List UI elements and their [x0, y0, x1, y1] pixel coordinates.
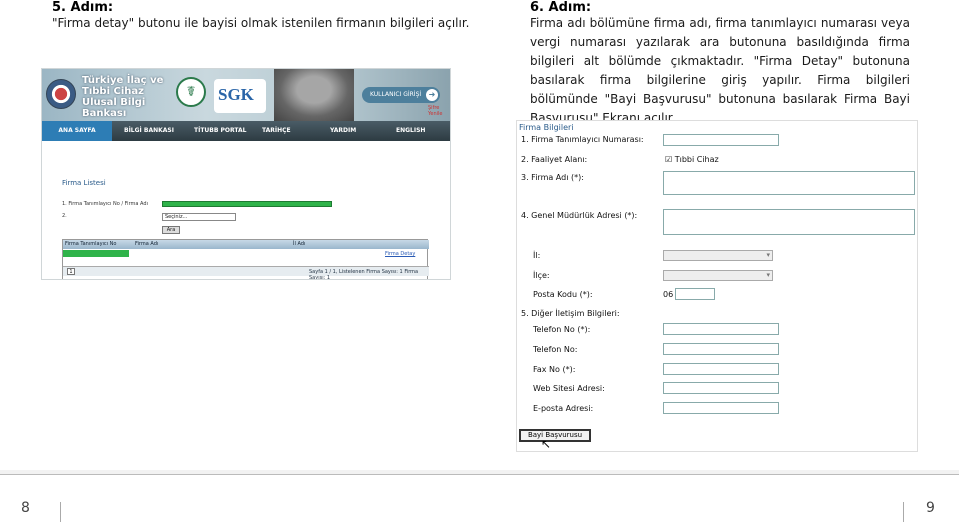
- portrait-image: [274, 69, 354, 121]
- section-title: Firma Bilgileri: [519, 123, 574, 132]
- site-banner: Türkiye İlaç ve Tıbbi Cihaz Ulusal Bilgi…: [42, 69, 450, 121]
- ilce-select[interactable]: [663, 270, 773, 281]
- nav-item-bilgi-bankasi[interactable]: BİLGİ BANKASI: [124, 121, 174, 141]
- step6-heading: 6. Adım:: [530, 0, 592, 15]
- sgk-logo-text: SGK: [218, 85, 254, 104]
- bayi-basvurusu-button[interactable]: Bayi Başvurusu: [519, 429, 591, 442]
- faaliyet-checkbox: ☑ Tıbbi Cihaz: [665, 155, 719, 164]
- label-tanimlayici: 1. Firma Tanımlayıcı Numarası:: [521, 135, 644, 144]
- row2-label: 2.: [62, 213, 67, 219]
- label-telefon2: Telefon No:: [533, 345, 578, 354]
- login-button[interactable]: KULLANICI GİRİŞİ ➜: [362, 87, 440, 103]
- page-tick-left: [60, 502, 61, 522]
- page-number-right: 9: [926, 500, 935, 516]
- nav-item-english[interactable]: ENGLISH: [396, 121, 425, 141]
- telefon-field[interactable]: [663, 323, 779, 335]
- label-faaliyet: 2. Faaliyet Alanı:: [521, 155, 588, 164]
- posta-kodu-field[interactable]: [675, 288, 715, 300]
- column-header: Firma Adı: [135, 241, 159, 247]
- adres-field[interactable]: [663, 209, 915, 235]
- label-il: İl:: [533, 251, 541, 260]
- screenshot-firma-bilgileri: Firma Bilgileri 1. Firma Tanımlayıcı Num…: [516, 120, 918, 452]
- table-row-highlight: [63, 250, 129, 257]
- sgk-logo: SGK: [214, 79, 266, 113]
- ministry-logo-icon: [46, 79, 76, 109]
- label-eposta: E-posta Adresi:: [533, 404, 594, 413]
- forgot-password-link[interactable]: Şifre Yenile: [428, 105, 450, 117]
- nav-item-yardim[interactable]: YARDIM: [330, 121, 356, 141]
- label-posta: Posta Kodu (*):: [533, 290, 593, 299]
- tanimlayici-field: [663, 134, 779, 146]
- nav-item-tarihce[interactable]: TARİHÇE: [262, 121, 291, 141]
- list-title: Firma Listesi: [62, 179, 106, 187]
- login-label: KULLANICI GİRİŞİ: [370, 91, 422, 98]
- step5-text: "Firma detay" butonu ile bayisi olmak is…: [52, 16, 470, 30]
- label-diger: 5. Diğer İletişim Bilgileri:: [521, 309, 620, 318]
- column-header: İl Adı: [293, 241, 306, 247]
- page-number-input[interactable]: 1: [67, 268, 75, 275]
- firma-detay-link[interactable]: Firma Detay: [385, 251, 415, 257]
- footer-divider: [0, 474, 959, 475]
- il-select[interactable]: Seçiniz...: [162, 213, 236, 221]
- table-header: Firma Tanımlayıcı No Firma Adı İl Adı: [63, 240, 429, 249]
- step5-heading: 5. Adım:: [52, 0, 114, 15]
- label-firma-adi: 3. Firma Adı (*):: [521, 173, 584, 182]
- label-web: Web Sitesi Adresi:: [533, 384, 605, 393]
- column-header: Firma Tanımlayıcı No: [65, 241, 117, 247]
- caduceus-logo-icon: ☤: [176, 77, 206, 107]
- page-tick-right: [903, 502, 904, 522]
- label-ilce: İlçe:: [533, 271, 550, 280]
- faaliyet-value: Tıbbi Cihaz: [674, 155, 719, 164]
- fax-field[interactable]: [663, 363, 779, 375]
- label-adres: 4. Genel Müdürlük Adresi (*):: [521, 211, 638, 220]
- table-pagination: 1 Sayfa 1 / 1, Listelenen Firma Sayısı: …: [63, 266, 429, 279]
- step6-text: Firma adı bölümüne firma adı, firma tanı…: [530, 16, 910, 125]
- firma-search-input[interactable]: [162, 201, 332, 207]
- screenshot-firma-listesi: Türkiye İlaç ve Tıbbi Cihaz Ulusal Bilgi…: [41, 68, 451, 280]
- results-table: Firma Tanımlayıcı No Firma Adı İl Adı Fi…: [62, 239, 429, 279]
- pagination-text: Sayfa 1 / 1, Listelenen Firma Sayısı: 1 …: [309, 269, 419, 280]
- nav-item-titubb-portal[interactable]: TİTUBB PORTAL: [194, 121, 246, 141]
- web-field[interactable]: [663, 382, 779, 394]
- main-nav: ANA SAYFA BİLGİ BANKASI TİTUBB PORTAL TA…: [42, 121, 450, 141]
- posta-prefix: 06: [663, 290, 674, 299]
- il-select[interactable]: [663, 250, 773, 261]
- arrow-right-icon: ➜: [426, 89, 438, 101]
- page-number-left: 8: [21, 500, 30, 516]
- nav-item-home[interactable]: ANA SAYFA: [42, 121, 112, 141]
- label-telefon: Telefon No (*):: [533, 325, 591, 334]
- content-area: Firma Listesi 1. Firma Tanımlayıcı No / …: [42, 141, 450, 279]
- telefon2-field[interactable]: [663, 343, 779, 355]
- firma-adi-field[interactable]: [663, 171, 915, 195]
- search-button[interactable]: Ara: [162, 226, 180, 234]
- eposta-field[interactable]: [663, 402, 779, 414]
- cursor-icon: ↖: [541, 437, 552, 451]
- label-fax: Fax No (*):: [533, 365, 576, 374]
- banner-title: Türkiye İlaç ve Tıbbi Cihaz Ulusal Bilgi…: [82, 75, 164, 119]
